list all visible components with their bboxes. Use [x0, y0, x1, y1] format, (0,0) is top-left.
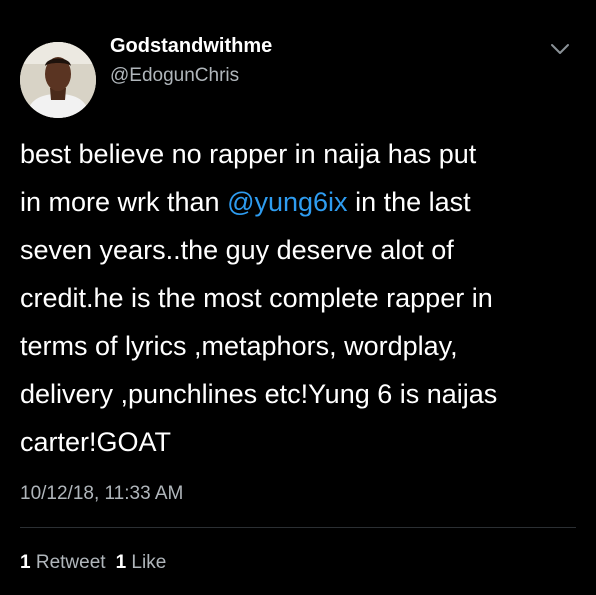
retweets-stat[interactable]: 1 Retweet	[20, 552, 106, 573]
tweet-line: best believe no rapper in naija has put	[20, 139, 477, 169]
retweets-label: Retweet	[35, 552, 106, 573]
tweet-line: credit.he is the most complete rapper in	[20, 283, 493, 313]
divider	[20, 527, 576, 528]
tweet-line: in more wrk than @yung6ix in the last	[20, 178, 580, 226]
engagement-stats: 1 Retweet 1 Like	[20, 552, 166, 574]
mention-link[interactable]: @yung6ix	[227, 187, 347, 217]
retweets-count: 1	[20, 552, 31, 573]
tweet-line-suffix: in the last	[347, 187, 471, 217]
avatar[interactable]	[20, 42, 96, 118]
display-name[interactable]: Godstandwithme	[110, 35, 272, 58]
tweet-line: delivery ,punchlines etc!Yung 6 is naija…	[20, 379, 498, 409]
likes-stat[interactable]: 1 Like	[116, 552, 167, 573]
tweet-line: seven years..the guy deserve alot of	[20, 235, 454, 265]
tweet-text: best believe no rapper in naija has put …	[20, 130, 580, 466]
tweet-line: carter!GOAT	[20, 427, 172, 457]
user-handle[interactable]: @EdogunChris	[110, 65, 239, 87]
avatar-photo	[20, 42, 96, 118]
likes-label: Like	[131, 552, 167, 573]
chevron-down-icon[interactable]	[549, 41, 571, 57]
tweet-line: terms of lyrics ,metaphors, wordplay,	[20, 331, 458, 361]
tweet-card: Godstandwithme @EdogunChris best believe…	[0, 0, 596, 595]
likes-count: 1	[115, 552, 127, 573]
tweet-timestamp[interactable]: 10/12/18, 11:33 AM	[20, 483, 183, 505]
tweet-line-prefix: in more wrk than	[20, 187, 228, 217]
